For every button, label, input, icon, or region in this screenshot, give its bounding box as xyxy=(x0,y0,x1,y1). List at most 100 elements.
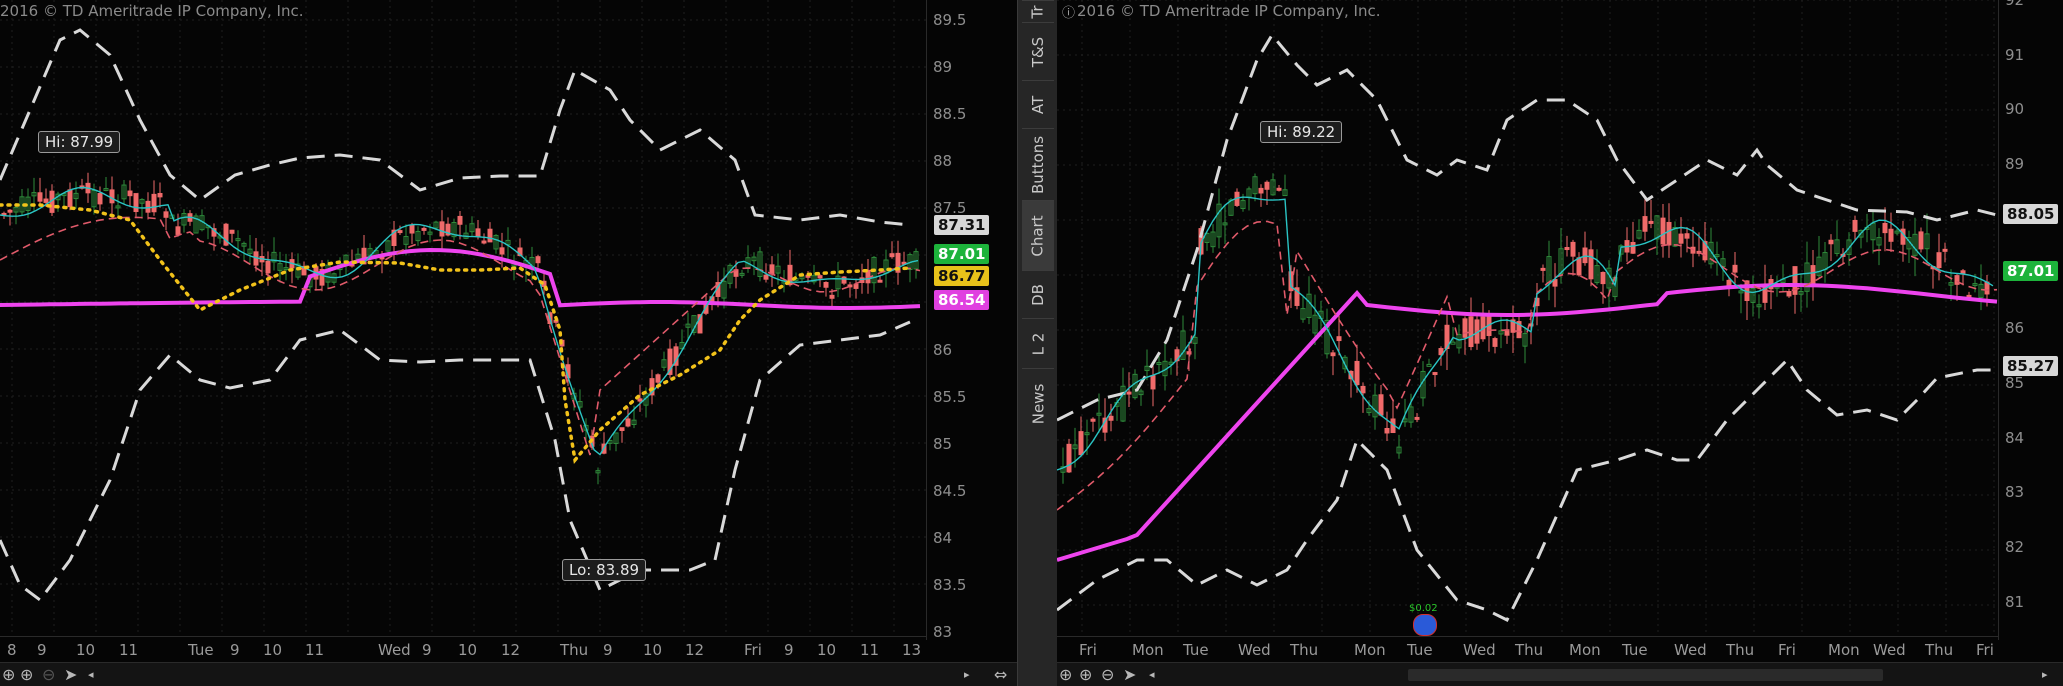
time-tick-label: Thu xyxy=(1726,641,1755,659)
candle xyxy=(1276,187,1282,191)
tab-l-2[interactable]: L 2 xyxy=(1022,318,1054,369)
price-tick-label: 83 xyxy=(933,623,953,642)
candle xyxy=(535,256,541,264)
bollinger-lower xyxy=(0,320,911,603)
tab-at[interactable]: AT xyxy=(1022,80,1054,129)
tab-chart[interactable]: Chart xyxy=(1022,200,1054,271)
price-tick-label: 84 xyxy=(933,529,953,548)
time-axis[interactable]: 8 9 10 11 Tue 9 10 11 Wed 9 10 12 Thu 9 10 12 Fri 9 10 11 13 xyxy=(0,636,926,663)
crosshair-icon[interactable]: ⊕ xyxy=(2,665,15,684)
chart-toolbar: ⊕ ⊕ ⊖ ➤ ◂ ▸ xyxy=(1057,662,2063,686)
candle xyxy=(1666,221,1672,246)
expand-icon[interactable]: ⇔ xyxy=(994,665,1007,684)
candle xyxy=(481,240,487,244)
time-tick-label: 11 xyxy=(119,641,139,659)
pointer-icon[interactable]: ➤ xyxy=(1123,665,1136,684)
zoom-out-icon[interactable]: ⊖ xyxy=(1101,665,1114,684)
tab-t-s[interactable]: T&S xyxy=(1022,22,1054,81)
price-axis[interactable]: 929190898887868584838281 xyxy=(1998,0,2063,640)
tab-label: T&S xyxy=(1028,36,1047,68)
tab-buttons[interactable]: Buttons xyxy=(1022,128,1054,201)
candle xyxy=(133,193,139,213)
zoom-out-icon[interactable]: ⊖ xyxy=(42,665,55,684)
dividend-marker-icon[interactable] xyxy=(1413,614,1437,636)
candle xyxy=(1336,336,1342,342)
left-chart-canvas[interactable] xyxy=(0,0,1017,686)
price-box: 88.05 xyxy=(2003,204,2059,224)
horizontal-scrollbar[interactable] xyxy=(1408,669,1883,681)
candle xyxy=(1540,267,1546,271)
tab-news[interactable]: News xyxy=(1022,368,1054,439)
time-tick-label: 8 xyxy=(7,641,17,659)
tab-db[interactable]: DB xyxy=(1022,270,1054,319)
time-tick-label: Wed xyxy=(1463,641,1496,659)
time-tick-label: Mon xyxy=(1569,641,1601,659)
candle xyxy=(409,224,415,234)
candle xyxy=(1600,271,1606,285)
time-tick-label: Tue xyxy=(188,641,214,659)
candle xyxy=(1360,385,1366,394)
candle xyxy=(145,200,151,213)
time-tick-label: Fri xyxy=(1079,641,1097,659)
time-tick-label: Mon xyxy=(1132,641,1164,659)
zoom-in-icon[interactable]: ⊕ xyxy=(1079,665,1092,684)
tab-label: AT xyxy=(1028,95,1047,115)
candle xyxy=(655,374,661,383)
bollinger-lower xyxy=(1057,357,1997,623)
candle xyxy=(229,229,235,234)
crosshair-icon[interactable]: ⊕ xyxy=(1059,665,1072,684)
candle xyxy=(625,418,631,427)
candle xyxy=(1066,443,1072,473)
time-tick-label: 9 xyxy=(37,641,47,659)
time-tick-label: Wed xyxy=(1238,641,1271,659)
right-chart-canvas[interactable] xyxy=(1057,0,2063,686)
price-box: 87.01 xyxy=(934,244,990,264)
price-tick-label: 89.5 xyxy=(933,11,967,29)
time-tick-label: Fri xyxy=(744,641,762,659)
candle xyxy=(1426,363,1432,367)
right-chart-pane[interactable]: ⓘ 2016 © TD Ameritrade IP Company, Inc. … xyxy=(1057,0,2063,686)
time-tick-label: 10 xyxy=(643,641,663,659)
scroll-left-icon[interactable]: ◂ xyxy=(88,668,94,681)
pointer-icon[interactable]: ➤ xyxy=(64,665,77,684)
zoom-in-icon[interactable]: ⊕ xyxy=(20,665,33,684)
price-tick-label: 86 xyxy=(2005,319,2025,338)
price-tick-label: 86 xyxy=(933,340,953,359)
tab-label: Chart xyxy=(1029,215,1048,257)
tab-tr[interactable]: Tr xyxy=(1022,0,1054,23)
chart-toolbar: ⊕ ⊕ ⊖ ➤ ◂ ▸ ⇔ xyxy=(0,662,1017,686)
price-tick-label: 85 xyxy=(2005,373,2025,392)
candle xyxy=(1828,239,1834,245)
time-tick-label: 10 xyxy=(817,641,837,659)
candle xyxy=(877,279,883,283)
price-tick-label: 84 xyxy=(2005,428,2025,447)
left-chart-pane[interactable]: 2016 © TD Ameritrade IP Company, Inc. 89… xyxy=(0,0,1017,686)
time-axis[interactable]: Fri Mon Tue Wed Thu Mon Tue Wed Thu Mon Tue Wed Thu F… xyxy=(1057,636,1998,663)
tab-label: Buttons xyxy=(1029,135,1047,195)
scroll-left-icon[interactable]: ◂ xyxy=(1149,668,1155,681)
candle xyxy=(1570,241,1576,257)
candle xyxy=(1330,352,1336,357)
dotted-trend-line xyxy=(0,203,912,465)
price-tick-label: 83 xyxy=(2005,483,2025,502)
price-tick-label: 84.5 xyxy=(933,482,967,500)
scroll-right-icon[interactable]: ▸ xyxy=(2042,668,2048,681)
candle xyxy=(499,247,505,255)
price-tick-label: 88.5 xyxy=(933,105,967,124)
candle xyxy=(1660,217,1666,245)
tab-label: Tr xyxy=(1029,5,1047,19)
scroll-right-icon[interactable]: ▸ xyxy=(964,668,970,681)
candle xyxy=(1384,428,1390,434)
info-icon[interactable]: ⓘ xyxy=(1062,2,1075,21)
candle xyxy=(1642,216,1648,232)
time-tick-label: 11 xyxy=(860,641,880,659)
price-axis[interactable]: 89.58988.58887.58786.58685.58584.58483.5… xyxy=(926,0,1017,642)
candle xyxy=(619,427,625,431)
tab-label: DB xyxy=(1029,284,1047,306)
candle xyxy=(109,189,115,204)
candle xyxy=(1492,338,1498,347)
time-tick-label: Wed xyxy=(1674,641,1707,659)
candle xyxy=(1150,375,1156,390)
candle xyxy=(1090,418,1096,422)
candle xyxy=(1684,233,1690,239)
